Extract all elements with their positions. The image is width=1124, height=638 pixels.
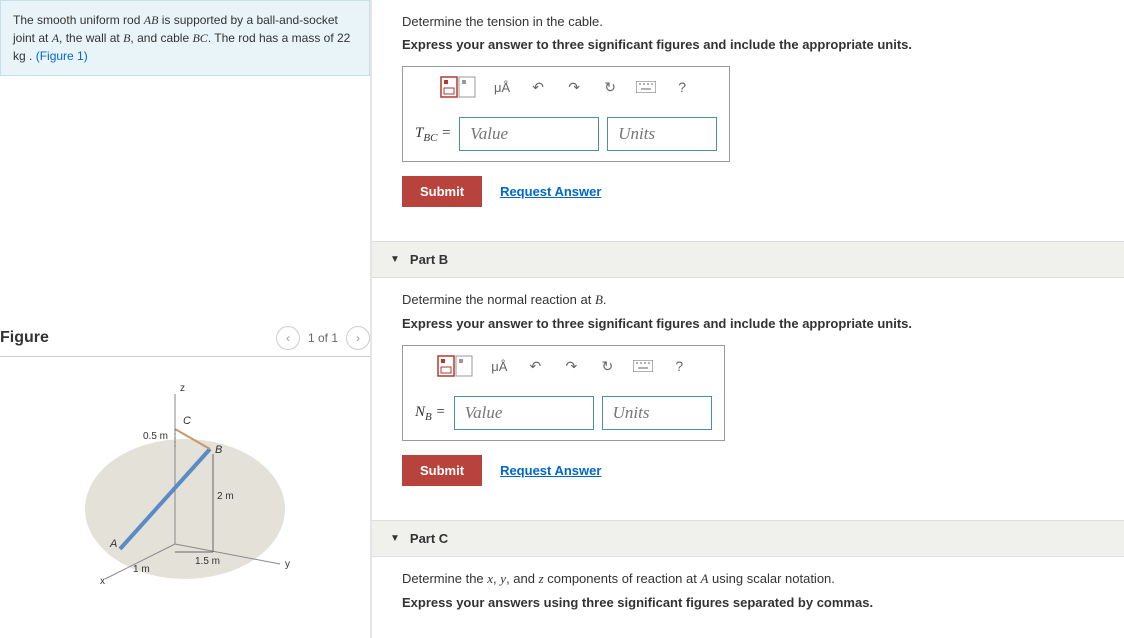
figure-title: Figure (0, 329, 49, 347)
collapse-icon: ▼ (390, 533, 400, 544)
reset-icon[interactable]: ↻ (600, 77, 620, 97)
part-b-submit-button[interactable]: Submit (402, 455, 482, 486)
part-b-answer-box: μÅ ↶ ↷ ↻ ? NB = (402, 345, 725, 441)
part-a-answer-box: μÅ ↶ ↷ ↻ ? TBC = (402, 66, 730, 162)
part-b-request-answer-link[interactable]: Request Answer (500, 463, 601, 478)
svg-text:A: A (109, 538, 117, 550)
svg-text:z: z (180, 383, 185, 394)
figure-next-button[interactable]: › (346, 326, 370, 350)
part-a-units-input[interactable] (607, 117, 717, 151)
part-b-hint: Express your answer to three significant… (402, 316, 1094, 331)
part-c-hint: Express your answers using three signifi… (402, 595, 1094, 610)
part-c-prompt: Determine the x, y, and z components of … (402, 571, 1094, 587)
undo-icon[interactable]: ↶ (525, 356, 545, 376)
part-b-value-input[interactable] (454, 396, 594, 430)
part-a-variable: TBC = (415, 125, 451, 144)
part-a-content: Determine the tension in the cable. Expr… (372, 0, 1124, 221)
svg-text:x: x (100, 576, 105, 587)
part-b-variable: NB = (415, 404, 446, 423)
undo-icon[interactable]: ↶ (528, 77, 548, 97)
help-icon[interactable]: ? (669, 356, 689, 376)
redo-icon[interactable]: ↷ (564, 77, 584, 97)
svg-text:y: y (285, 559, 290, 570)
part-b-prompt: Determine the normal reaction at B. (402, 292, 1094, 308)
figure-link[interactable]: (Figure 1) (36, 49, 88, 63)
collapse-icon: ▼ (390, 254, 400, 265)
figure-diagram: z x y C 0.5 m B 2 m A 1.5 m 1 m (45, 369, 325, 589)
part-a-prompt: Determine the tension in the cable. (402, 14, 1094, 29)
svg-text:2 m: 2 m (217, 491, 234, 502)
redo-icon[interactable]: ↷ (561, 356, 581, 376)
part-b-header[interactable]: ▼ Part B (372, 241, 1124, 278)
part-c-content: Determine the x, y, and z components of … (372, 557, 1124, 638)
part-a-hint: Express your answer to three significant… (402, 37, 1094, 52)
part-a-request-answer-link[interactable]: Request Answer (500, 184, 601, 199)
units-mu-icon[interactable]: μÅ (489, 356, 509, 376)
svg-text:B: B (215, 444, 222, 456)
svg-text:1.5 m: 1.5 m (195, 556, 220, 567)
part-b-units-input[interactable] (602, 396, 712, 430)
problem-text: The smooth uniform rod (13, 13, 144, 27)
help-icon[interactable]: ? (672, 77, 692, 97)
svg-text:1 m: 1 m (133, 564, 150, 575)
figure-counter: 1 of 1 (308, 331, 338, 345)
svg-text:0.5 m: 0.5 m (143, 431, 168, 442)
part-b-content: Determine the normal reaction at B. Expr… (372, 278, 1124, 500)
units-mu-icon[interactable]: μÅ (492, 77, 512, 97)
figure-prev-button[interactable]: ‹ (276, 326, 300, 350)
part-a-value-input[interactable] (459, 117, 599, 151)
reset-icon[interactable]: ↻ (597, 356, 617, 376)
part-c-header[interactable]: ▼ Part C (372, 520, 1124, 557)
problem-statement: The smooth uniform rod AB is supported b… (0, 0, 370, 76)
keyboard-icon[interactable] (636, 77, 656, 97)
part-a-submit-button[interactable]: Submit (402, 176, 482, 207)
templates-icon[interactable] (440, 75, 476, 99)
keyboard-icon[interactable] (633, 356, 653, 376)
svg-text:C: C (183, 415, 191, 427)
templates-icon[interactable] (437, 354, 473, 378)
